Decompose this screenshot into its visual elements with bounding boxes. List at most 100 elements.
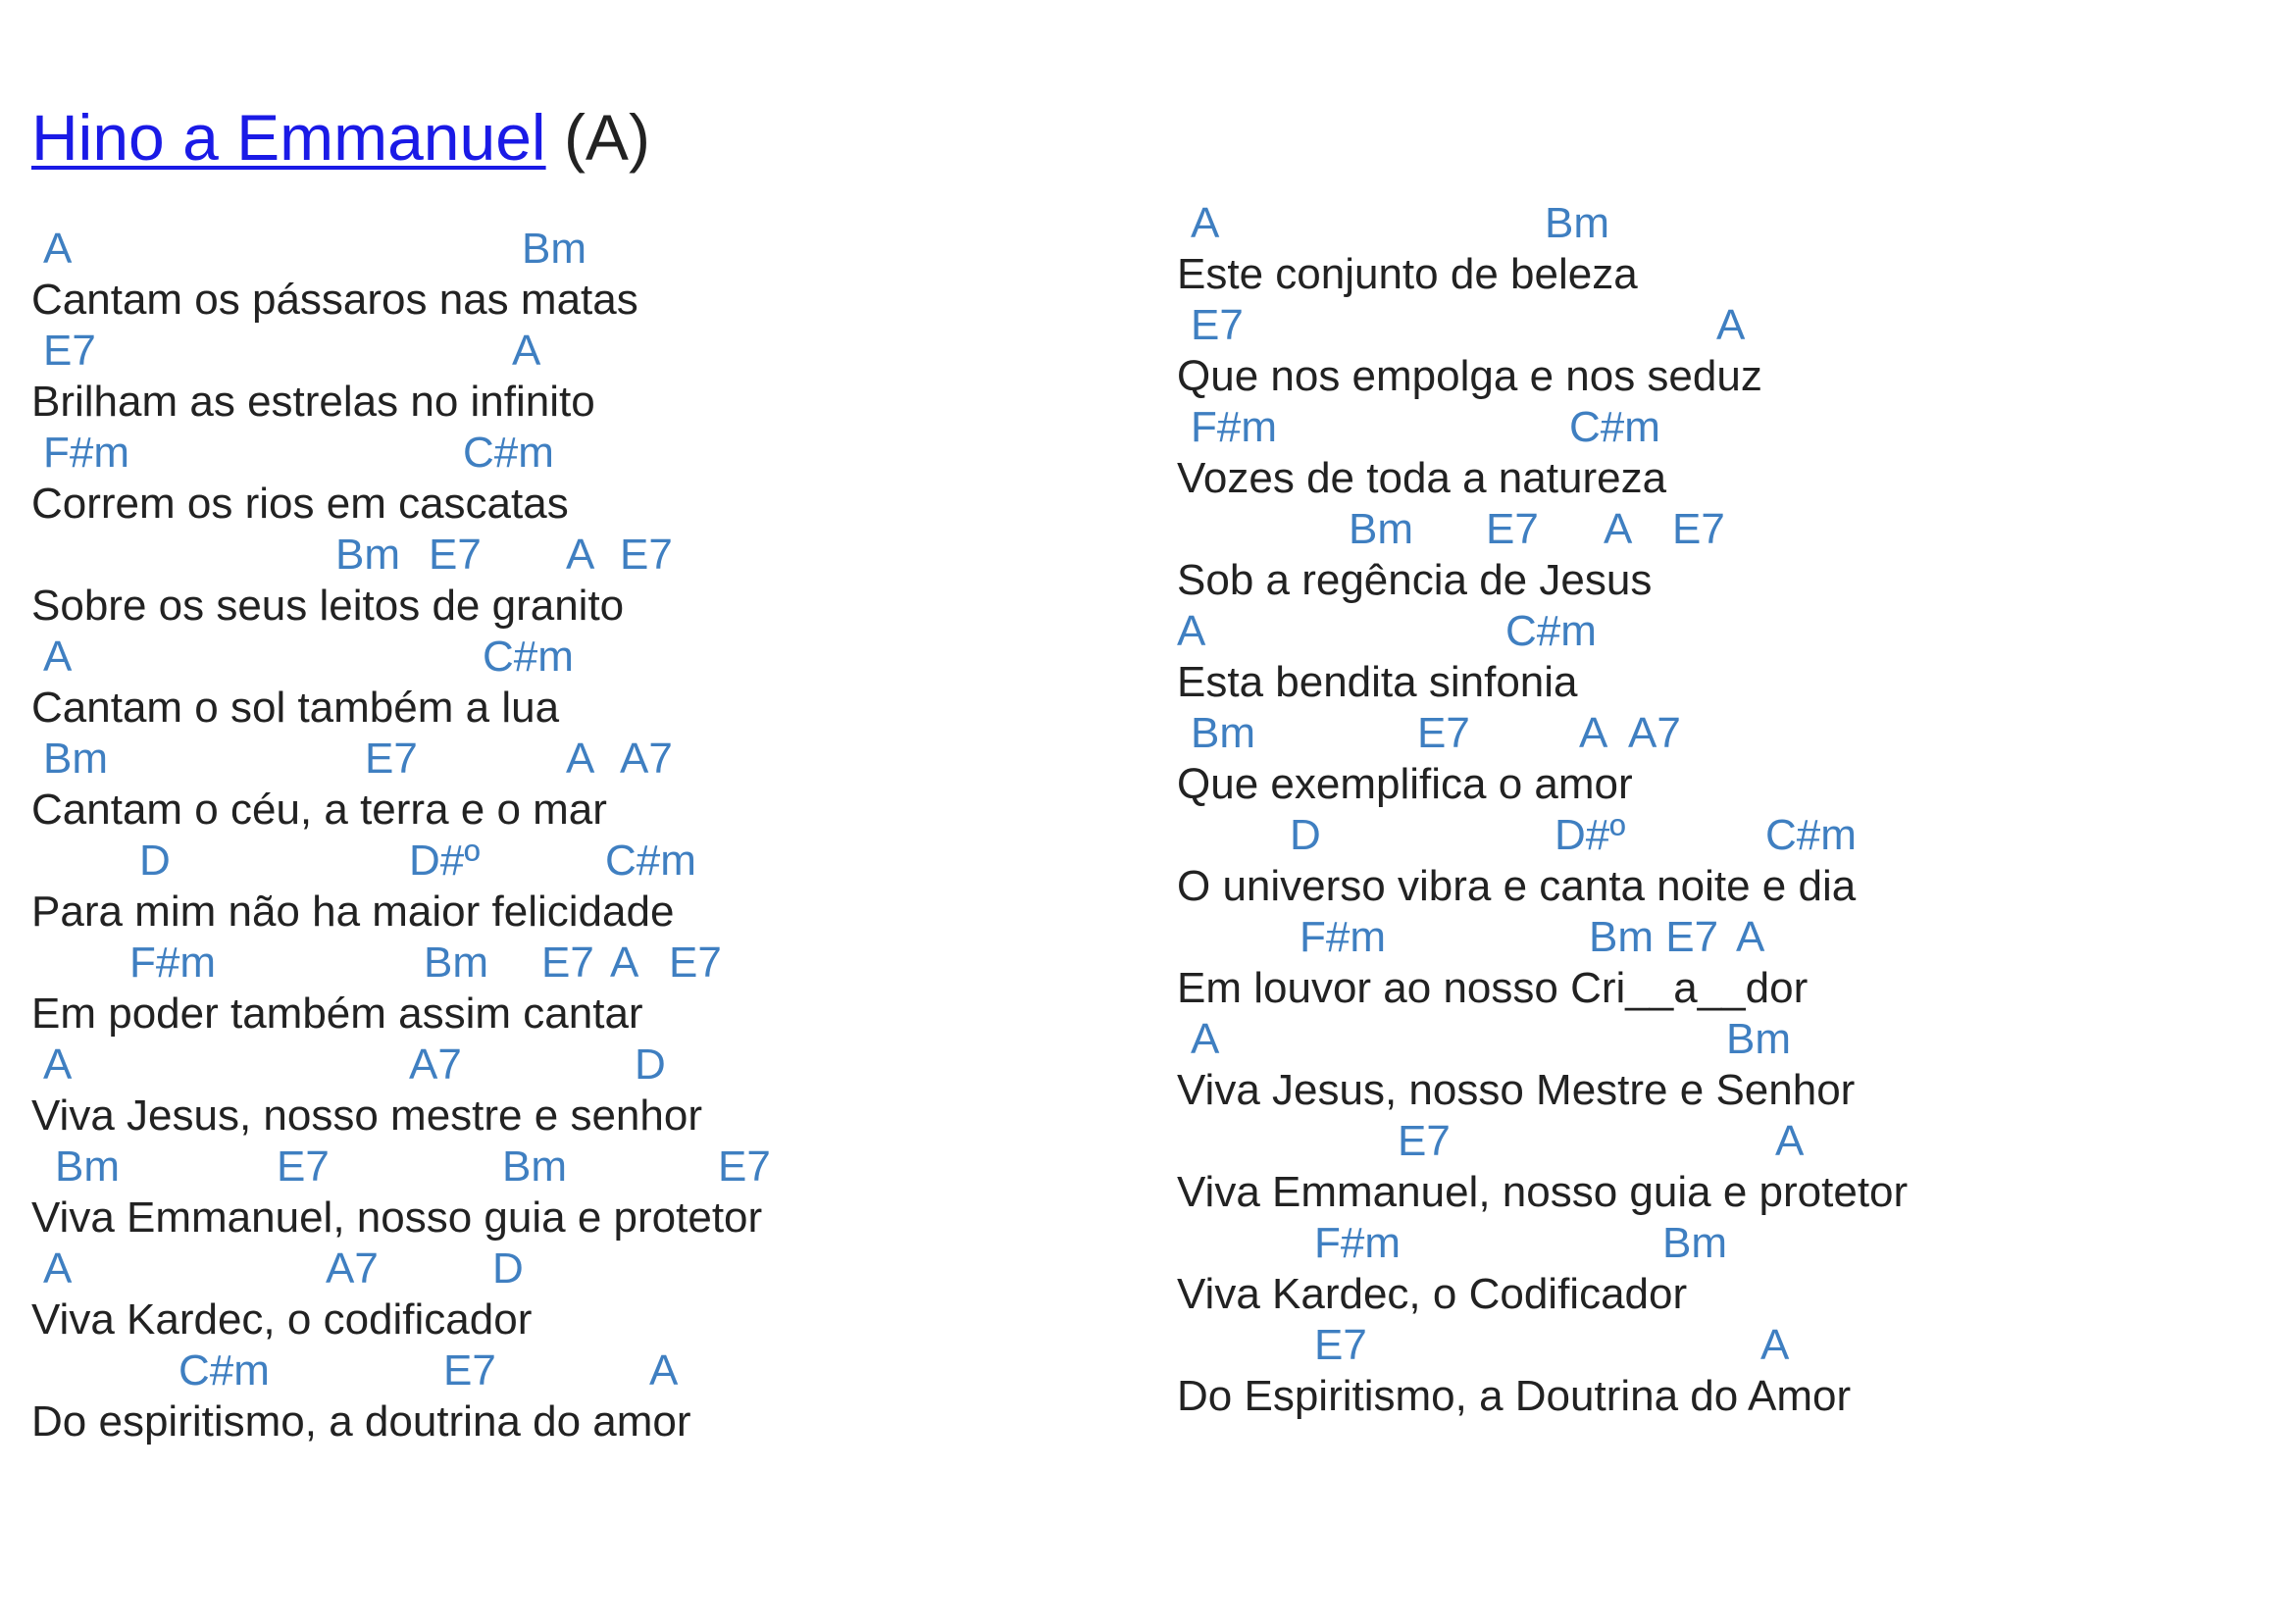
chord: Bm (1191, 709, 1255, 757)
lyric-line: Que nos empolga e nos seduz (1177, 352, 1762, 400)
chord: A (43, 1040, 73, 1089)
song-line: A Bm Viva Jesus, nosso Mestre e Senhor (1177, 1014, 2275, 1116)
lyric-line: Vozes de toda a natureza (1177, 454, 1667, 502)
song-line: Bm E7 A A7 Que exemplifica o amor (1177, 708, 2275, 810)
lyric-line: Sobre os seus leitos de granito (31, 582, 625, 630)
lyric-line: Viva Jesus, nosso Mestre e Senhor (1177, 1066, 1856, 1114)
chord-line: Bm E7 A A7 (31, 734, 1130, 785)
chord: D#º (1555, 811, 1626, 859)
lyric-line: Em poder também assim cantar (31, 990, 643, 1038)
chord: C#m (463, 429, 554, 477)
chord-line: Bm E7 Bm E7 (31, 1142, 1130, 1193)
chord: E7 (1398, 1117, 1451, 1165)
song-line: F#m Bm E7 A E7 Em poder também assim cantar (31, 938, 1130, 1040)
chord: D (139, 837, 171, 885)
song-line: D D#º C#m Para mim não ha maior felicidade (31, 836, 1130, 938)
lyric-line: O universo vibra e canta noite e dia (1177, 862, 1857, 910)
chord: A (1191, 199, 1220, 247)
song-line: F#m C#m Correm os rios em cascatas (31, 428, 1130, 530)
chord: F#m (43, 429, 129, 477)
chord-line: F#m Bm E7 A (1177, 912, 2275, 963)
chord: E7 (541, 939, 594, 987)
chord-line: E7 A (1177, 1320, 2275, 1371)
lyric-line: Sob a regência de Jesus (1177, 556, 1653, 604)
chord: Bm E7 (1589, 913, 1719, 961)
lyric-line: Em louvor ao nosso Cri__a__dor (1177, 964, 1809, 1012)
chord: E7 (620, 531, 673, 579)
chord-line: A Bm (31, 224, 1130, 275)
chord-line: F#m C#m (31, 428, 1130, 479)
song-line: Bm E7 A E7 Sobre os seus leitos de granito (31, 530, 1130, 632)
chord: D (1290, 811, 1321, 859)
song-line: E7 A Brilham as estrelas no infinito (31, 326, 1130, 428)
chord: E7 (1672, 505, 1725, 553)
chord-line: C#m E7 A (31, 1345, 1130, 1396)
chord: C#m (178, 1346, 270, 1395)
song-line: F#m Bm Viva Kardec, o Codificador (1177, 1218, 2275, 1320)
lyric-line: Que exemplifica o amor (1177, 760, 1633, 808)
chord: Bm (522, 225, 586, 273)
lyric-line: Cantam o sol também a lua (31, 684, 560, 732)
song-line: Bm E7 A A7 Cantam o céu, a terra e o mar (31, 734, 1130, 836)
chord: D (492, 1244, 524, 1293)
lyric-line: Correm os rios em cascatas (31, 480, 569, 528)
chord: C#m (1569, 403, 1660, 451)
chord: E7 (43, 327, 96, 375)
song-line: D D#º C#m O universo vibra e canta noite e … (1177, 810, 2275, 912)
lyric-line: Do espiritismo, a doutrina do amor (31, 1397, 691, 1446)
right-column: A Bm Este conjunto de beleza E7 A Que nos emp… (1177, 198, 2275, 1422)
chord: A (649, 1346, 679, 1395)
lyric-line: Do Espiritismo, a Doutrina do Amor (1177, 1372, 1852, 1420)
chord: A (512, 327, 541, 375)
chord-line: F#m C#m (1177, 402, 2275, 453)
left-column: A Bm Cantam os pássaros nas matas E7 A Brilha… (31, 224, 1130, 1447)
chord: E7 (669, 939, 722, 987)
chord: E7 (718, 1142, 771, 1191)
lyric-line: Para mim não ha maior felicidade (31, 888, 675, 936)
chord: A (610, 939, 639, 987)
lyric-line: Viva Kardec, o Codificador (1177, 1270, 1688, 1318)
chord: A (1716, 301, 1746, 349)
lyric-line: Viva Emmanuel, nosso guia e protetor (31, 1193, 763, 1242)
chord: E7 (1314, 1321, 1367, 1369)
lyric-line: Brilham as estrelas no infinito (31, 378, 595, 426)
chord: Bm (1349, 505, 1413, 553)
chord-line: F#m Bm (1177, 1218, 2275, 1269)
chord: A7 (409, 1040, 462, 1089)
song-line: F#m C#m Vozes de toda a natureza (1177, 402, 2275, 504)
chord: F#m (129, 939, 216, 987)
chord-line: Bm E7 A E7 (31, 530, 1130, 581)
chord: C#m (1505, 607, 1597, 655)
chord: C#m (1765, 811, 1857, 859)
lyric-line: Este conjunto de beleza (1177, 250, 1638, 298)
chord-line: F#m Bm E7 A E7 (31, 938, 1130, 989)
chord: A (43, 1244, 73, 1293)
song-title-link[interactable]: Hino a Emmanuel (31, 101, 546, 174)
chord: Bm (1726, 1015, 1791, 1063)
song-title: Hino a Emmanuel (A) (31, 94, 650, 180)
song-line: A Bm Cantam os pássaros nas matas (31, 224, 1130, 326)
song-line: E7 A Que nos empolga e nos seduz (1177, 300, 2275, 402)
chord: A (1604, 505, 1633, 553)
chord: E7 (1191, 301, 1244, 349)
chord-line: D D#º C#m (31, 836, 1130, 887)
chord-line: A Bm (1177, 1014, 2275, 1065)
song-line: A C#m Esta bendita sinfonia (1177, 606, 2275, 708)
chord: D (635, 1040, 666, 1089)
chord: F#m (1314, 1219, 1401, 1267)
chord: A (1760, 1321, 1790, 1369)
chord: A (566, 531, 595, 579)
chord: A7 (326, 1244, 379, 1293)
song-line: Bm E7 Bm E7 Viva Emmanuel, nosso guia e prot… (31, 1142, 1130, 1243)
chord-line: A A7 D (31, 1243, 1130, 1294)
chord-line: E7 A (1177, 1116, 2275, 1167)
chord: A (43, 633, 73, 681)
lyric-line: Viva Emmanuel, nosso guia e protetor (1177, 1168, 1909, 1216)
chord-line: A C#m (1177, 606, 2275, 657)
chord: A (1177, 607, 1206, 655)
chord-line: E7 A (1177, 300, 2275, 351)
lyric-line: Cantam os pássaros nas matas (31, 276, 638, 324)
chord: E7 (1486, 505, 1539, 553)
chord: F#m (1191, 403, 1277, 451)
song-line: A Bm Este conjunto de beleza (1177, 198, 2275, 300)
